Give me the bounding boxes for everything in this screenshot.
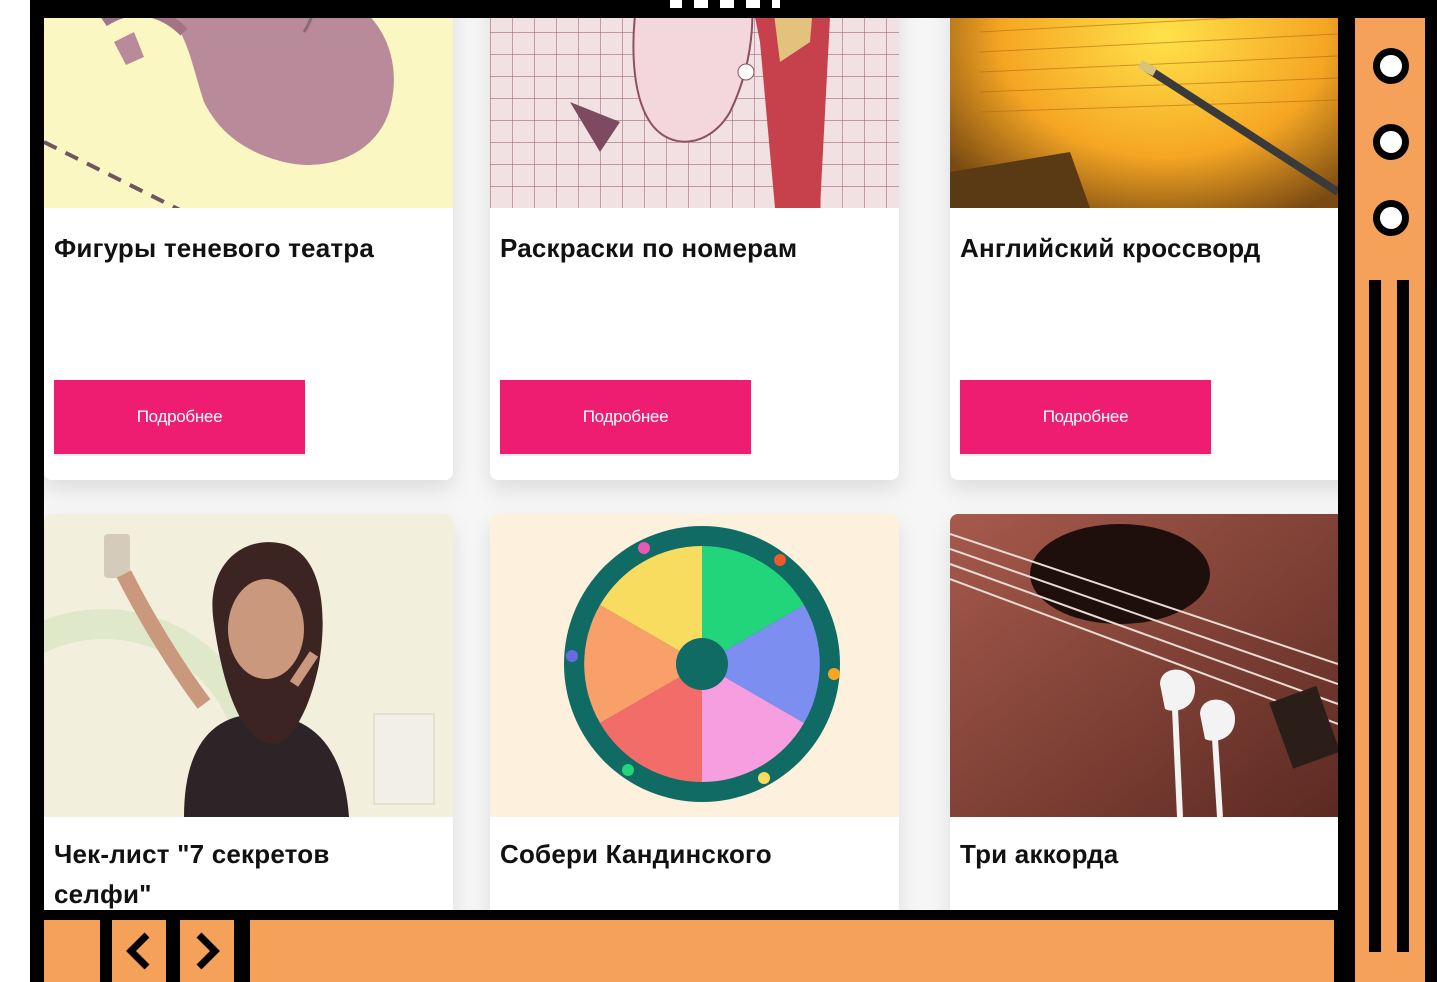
- vertical-scrollbar-track: [1397, 280, 1409, 952]
- card-image-selfie: [44, 514, 453, 817]
- right-control-panel: [1338, 0, 1437, 982]
- vertical-scrollbar[interactable]: [1369, 280, 1381, 952]
- card-selfie-checklist[interactable]: Чек-лист "7 секретов селфи": [44, 514, 453, 910]
- card-image-crossword: [950, 18, 1338, 208]
- card-title: Чек-лист "7 секретов селфи": [54, 839, 330, 909]
- card-image-kandinsky-wheel: [490, 514, 899, 817]
- circle-icon[interactable]: [1373, 200, 1409, 236]
- card-title: Раскраски по номерам: [500, 233, 798, 263]
- pager-controls: [100, 920, 250, 982]
- card-three-chords[interactable]: Три аккорда: [950, 514, 1338, 910]
- cards-viewport[interactable]: Фигуры теневого театра Подробнее Раскрас…: [44, 18, 1338, 910]
- next-button[interactable]: [180, 920, 234, 982]
- card-shadow-theatre[interactable]: Фигуры теневого театра Подробнее: [44, 18, 453, 480]
- card-english-crossword[interactable]: Английский кроссворд Подробнее: [950, 18, 1338, 480]
- bottom-bar-edge: [1334, 920, 1338, 982]
- card-title: Собери Кандинского: [500, 839, 772, 869]
- chevron-left-icon: [126, 932, 150, 970]
- prev-button[interactable]: [112, 920, 166, 982]
- details-button[interactable]: Подробнее: [960, 380, 1211, 454]
- details-button[interactable]: Подробнее: [54, 380, 305, 454]
- frame-left-border: [30, 0, 44, 982]
- chevron-right-icon: [196, 932, 220, 970]
- card-title: Три аккорда: [960, 839, 1119, 869]
- card-image-ukulele: [950, 514, 1338, 817]
- circle-icon[interactable]: [1373, 48, 1409, 84]
- card-image-shadow-figure: [44, 18, 453, 208]
- card-image-paint-by-numbers: [490, 18, 899, 208]
- card-title: Фигуры теневого театра: [54, 233, 375, 263]
- card-title: Английский кроссворд: [960, 233, 1261, 263]
- bottom-bar: [44, 910, 1338, 982]
- card-paint-by-numbers[interactable]: Раскраски по номерам Подробнее: [490, 18, 899, 480]
- circle-icon[interactable]: [1373, 124, 1409, 160]
- card-collect-kandinsky[interactable]: Собери Кандинского: [490, 514, 899, 910]
- details-button[interactable]: Подробнее: [500, 380, 751, 454]
- frame-top-accent: [670, 0, 780, 8]
- right-panel-inner: [1352, 18, 1425, 982]
